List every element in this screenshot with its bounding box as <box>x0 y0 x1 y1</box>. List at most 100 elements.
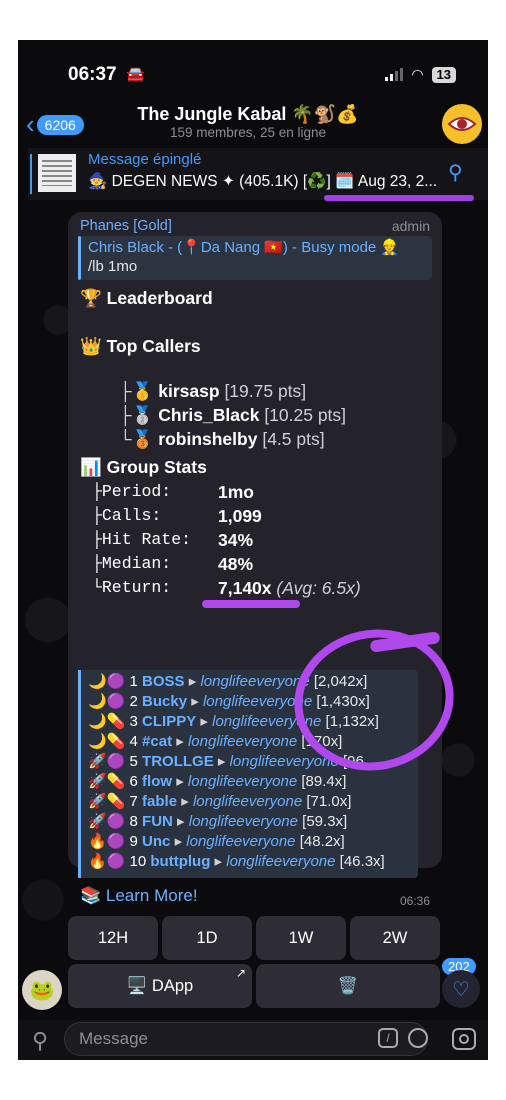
eye-icon <box>447 117 477 131</box>
ranking-icons: 🌙💊 <box>88 713 126 730</box>
return-value: 7,140x <box>218 578 272 598</box>
ranking-row: 🚀💊 7 fable ▸ longlifeeveryone [71.0x] <box>88 793 352 810</box>
pinned-thumbnail <box>38 154 76 192</box>
ranking-icons: 🚀🟣 <box>88 753 126 770</box>
stat-value: 48% <box>218 554 254 574</box>
token-link[interactable]: fable <box>142 793 177 810</box>
battery-icon: 13 <box>431 66 456 83</box>
ranking-icons: 🚀💊 <box>88 773 126 790</box>
heart-button[interactable]: ♡ <box>442 970 480 1008</box>
pin-list-icon[interactable]: ⚲ <box>448 160 463 185</box>
multiplier: [46.3x] <box>339 853 385 870</box>
sender-name[interactable]: Phanes [Gold] <box>80 218 172 234</box>
ranking-number: 6 <box>129 773 138 790</box>
ranking-row: 🚀🟣 8 FUN ▸ longlifeeveryone [59.3x] <box>88 813 348 830</box>
token-link[interactable]: flow <box>142 773 172 790</box>
delete-button[interactable]: 🗑️ <box>256 964 440 1008</box>
caller-link[interactable]: longlifeeveryone <box>188 733 297 750</box>
caller-link[interactable]: longlifeeveryone <box>186 833 295 850</box>
unread-badge: 6206 <box>36 114 84 135</box>
stat-value: 7,140x (Avg: 6.5x) <box>218 578 361 599</box>
stat-label: ├Median: <box>92 554 172 573</box>
caller-link[interactable]: longlifeeveryone <box>193 793 302 810</box>
commands-icon[interactable]: / <box>378 1028 398 1048</box>
dapp-label: 🖥️ DApp <box>126 976 194 995</box>
caller-link[interactable]: longlifeeveryone <box>189 813 298 830</box>
stat-label: ├Calls: <box>92 506 162 525</box>
attachment-icon[interactable]: ⚲ <box>32 1028 48 1054</box>
token-link[interactable]: buttplug <box>150 853 210 870</box>
pinned-message[interactable]: Message épinglé 🧙 DEGEN NEWS ✦ (405.1K) … <box>28 148 488 200</box>
dapp-button[interactable]: 🖥️ DApp ↗ <box>68 964 252 1008</box>
ranking-number: 7 <box>129 793 138 810</box>
token-link[interactable]: TROLLGE <box>142 753 214 770</box>
chat-avatar[interactable] <box>442 104 482 144</box>
status-bar: 06:37 🚘 ◠ 13 <box>18 40 488 104</box>
stat-label: ├Hit Rate: <box>92 530 192 549</box>
top-callers-heading: 👑 Top Callers <box>80 336 201 356</box>
token-link[interactable]: BOSS <box>142 673 185 690</box>
ranking-number: 9 <box>129 833 138 850</box>
ranking-number: 5 <box>129 753 138 770</box>
marker-underline <box>202 600 300 608</box>
reply-text: /lb 1mo <box>88 258 138 275</box>
keyboard-button-1w[interactable]: 1W <box>256 916 346 960</box>
ranking-row: 🚀💊 6 flow ▸ longlifeeveryone [89.4x] <box>88 773 347 790</box>
wifi-icon: ◠ <box>411 66 424 82</box>
message-bubble[interactable]: Phanes [Gold] admin Chris Black - (📍Da N… <box>68 212 442 908</box>
caller-name: robinshelby <box>158 429 258 449</box>
status-icons: ◠ 13 <box>385 66 456 83</box>
multiplier: [48.2x] <box>299 833 345 850</box>
camera-icon[interactable] <box>452 1028 476 1050</box>
quote-indicator <box>78 670 81 878</box>
sender-role: admin <box>391 218 430 234</box>
caller-points: [4.5 pts] <box>262 429 325 449</box>
car-icon: 🚘 <box>126 66 145 83</box>
keyboard-button-12h[interactable]: 12H <box>68 916 158 960</box>
caller-link[interactable]: longlifeeveryone <box>200 673 309 690</box>
chat-header: ‹ 6206 The Jungle Kabal 🌴🐒💰 159 membres,… <box>18 100 488 148</box>
stat-value: 1mo <box>218 482 254 502</box>
learn-more-link[interactable]: 📚 Learn More! <box>80 886 198 906</box>
leaderboard-heading: 🏆 Leaderboard <box>80 288 213 308</box>
stat-value: 1,099 <box>218 506 262 526</box>
caller-link[interactable]: longlifeeveryone <box>226 853 335 870</box>
ranking-number: 8 <box>129 813 138 830</box>
chat-title[interactable]: The Jungle Kabal 🌴🐒💰 <box>78 104 418 125</box>
ranking-icons: 🌙💊 <box>88 733 126 750</box>
ranking-number: 1 <box>129 673 138 690</box>
multiplier: [71.0x] <box>306 793 352 810</box>
ranking-number: 3 <box>129 713 138 730</box>
back-button[interactable]: ‹ 6206 <box>26 109 84 140</box>
ranking-icons: 🚀💊 <box>88 793 126 810</box>
keyboard-button-1d[interactable]: 1D <box>162 916 252 960</box>
keyboard-button-2w[interactable]: 2W <box>350 916 440 960</box>
token-link[interactable]: CLIPPY <box>142 713 196 730</box>
token-link[interactable]: Bucky <box>142 693 187 710</box>
caller-link[interactable]: longlifeeveryone <box>188 773 297 790</box>
sticker-icon[interactable] <box>408 1028 428 1048</box>
chat-subtitle: 159 membres, 25 en ligne <box>169 125 327 140</box>
stat-label: ├Period: <box>92 482 172 501</box>
ranking-row: 🔥🟣 9 Unc ▸ longlifeeveryone [48.2x] <box>88 833 345 850</box>
heart-icon: ♡ <box>452 978 470 1001</box>
multiplier: [59.3x] <box>302 813 348 830</box>
token-link[interactable]: #cat <box>142 733 172 750</box>
ranking-icons: 🌙🟣 <box>88 673 126 690</box>
message-composer: ⚲ Message / <box>18 1020 488 1060</box>
ranking-row: 🔥🟣 10 buttplug ▸ longlifeeveryone [46.3x… <box>88 853 385 870</box>
reply-preview[interactable]: Chris Black - (📍Da Nang 🇻🇳) - Busy mode … <box>78 236 432 280</box>
token-link[interactable]: Unc <box>142 833 170 850</box>
sender-avatar[interactable]: 🐸 <box>22 970 62 1010</box>
token-link[interactable]: FUN <box>142 813 173 830</box>
message-input[interactable]: Message <box>64 1022 428 1056</box>
chevron-left-icon: ‹ <box>26 109 35 139</box>
ranking-number: 4 <box>129 733 138 750</box>
ranking-icons: 🌙🟣 <box>88 693 126 710</box>
pinned-label: Message épinglé <box>88 151 202 168</box>
caller-prefix: └🥉 <box>119 429 154 449</box>
ranking-icons: 🔥🟣 <box>88 833 126 850</box>
phone-screen: 06:37 🚘 ◠ 13 ‹ 6206 The Jungle Kabal 🌴🐒💰… <box>18 40 488 1060</box>
message-time: 06:36 <box>399 894 430 908</box>
marker-stroke <box>324 195 474 201</box>
